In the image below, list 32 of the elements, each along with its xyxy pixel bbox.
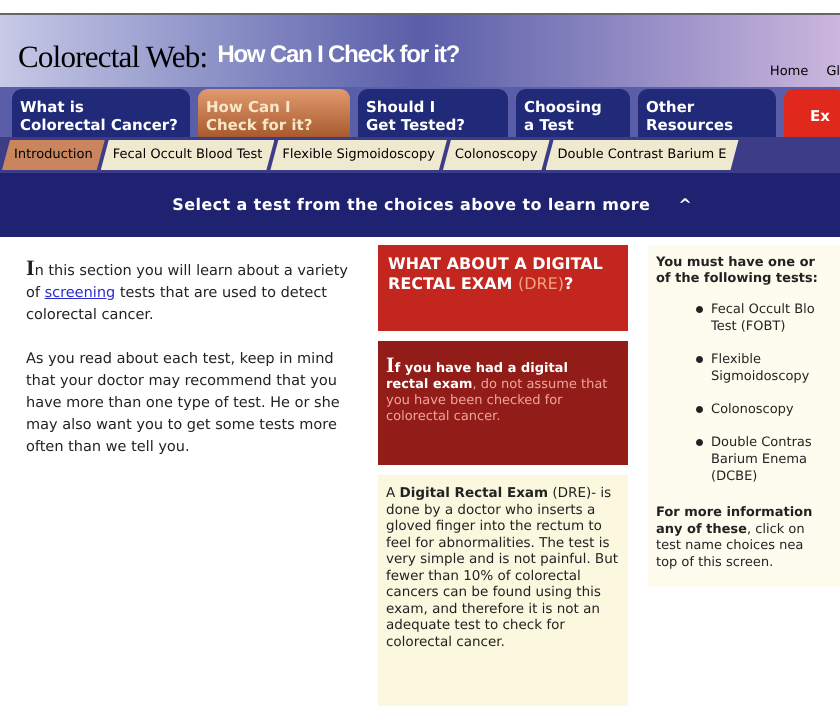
- intro-paragraph: As you read about each test, keep in mind that your doctor may recommend that you have more than one type of test. He or she may also want you to get some tests more often than we tell you.: [26, 350, 341, 457]
- nav-tab[interactable]: What is Colorectal Cancer?: [12, 89, 190, 137]
- dre-description: A Digital Rectal Exam (DRE)- is done by a doctor who inserts a gloved finger into the rectum to feel for abnormalities. The test is very simple and is not painful. But fewer than 10% of colorectal cancers can be found using this exam, and therefore it is not an adequate test to check for colorectal cancer.: [386, 485, 620, 650]
- tests-heading: You must have one or of the following tests:: [656, 255, 819, 287]
- nav-link[interactable]: Home: [770, 62, 808, 81]
- test-item: Double Contras Barium Enema (DCBE): [711, 434, 812, 485]
- test-item: Fecal Occult Blo Test (FOBT): [711, 301, 815, 335]
- dre-warning: If you have had a digital rectal exam, do not assume that you have been checked for colorectal cancer.: [378, 341, 628, 465]
- dre-heading: WHAT ABOUT A DIGITAL RECTAL EXAM (DRE)?: [378, 245, 628, 331]
- site-title: Colorectal Web:: [18, 41, 208, 72]
- screening-link[interactable]: screening: [44, 285, 116, 301]
- scroll-up-icon[interactable]: ^: [678, 193, 692, 217]
- test-item: Flexible Sigmoidoscopy: [711, 351, 810, 385]
- test-item: Colonoscopy: [711, 401, 794, 418]
- subnav-tab[interactable]: Flexible Sigmoidoscopy: [270, 140, 447, 170]
- subnav-tab[interactable]: Double Contrast Barium E: [546, 140, 738, 170]
- nav-tab[interactable]: Choosing a Test: [516, 89, 630, 137]
- bullet-icon: [696, 439, 703, 446]
- subnav-tab[interactable]: Fecal Occult Blood Test: [100, 140, 274, 170]
- tests-note: For more information any of these, click on test name choices nea top of this screen.: [656, 505, 814, 571]
- instruction-text: Select a test from the choices above to learn more: [172, 194, 650, 216]
- bullet-icon: [696, 306, 703, 313]
- nav-tab[interactable]: Ex: [784, 89, 840, 137]
- nav-link[interactable]: Gl: [826, 62, 840, 81]
- bullet-icon: [696, 356, 703, 363]
- intro-paragraph: In this section you will learn about a variety of screening tests that are used to detect colorectal cancer.: [26, 257, 349, 325]
- nav-tab[interactable]: Other Resources: [638, 89, 776, 137]
- nav-tab[interactable]: Should I Get Tested?: [358, 89, 508, 137]
- page-title: How Can I Check for it?: [217, 43, 460, 67]
- bullet-icon: [696, 406, 703, 413]
- subnav-tab[interactable]: Introduction: [2, 140, 105, 170]
- subnav-tab[interactable]: Colonoscopy: [442, 140, 550, 170]
